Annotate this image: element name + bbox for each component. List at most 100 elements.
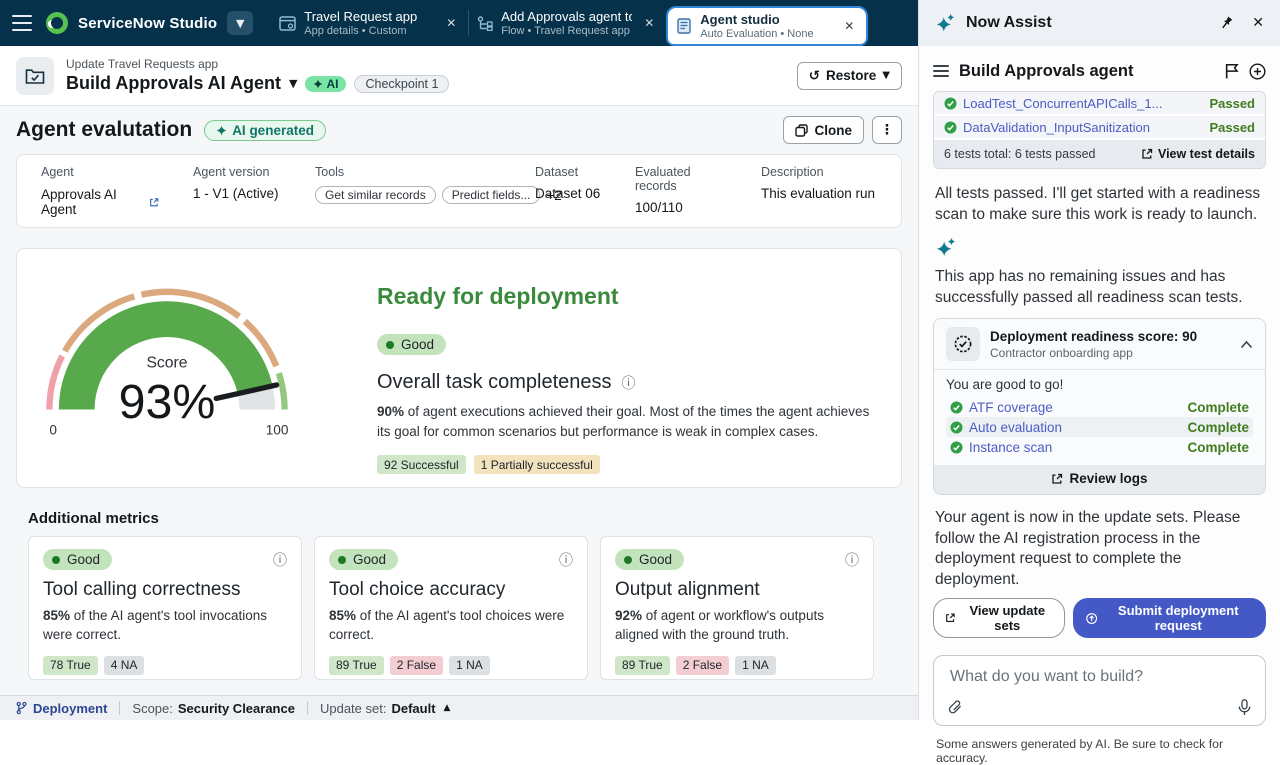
- submit-circle-icon: [1086, 612, 1097, 625]
- page-header: Update Travel Requests app Build Approva…: [0, 46, 918, 106]
- sparkle-icon: [935, 237, 957, 259]
- tab-title: Travel Request app: [304, 9, 434, 24]
- test-name-link[interactable]: LoadTest_ConcurrentAPICalls_1...: [963, 96, 1203, 111]
- view-test-details-link[interactable]: View test details: [1141, 147, 1255, 161]
- update-set-selector[interactable]: Update set: Default ▲: [320, 701, 450, 716]
- close-tab-icon[interactable]: ✕: [840, 17, 858, 35]
- submit-deployment-request-button[interactable]: Submit deployment request: [1073, 598, 1266, 638]
- servicenow-logo: [46, 12, 68, 34]
- readiness-item-link[interactable]: Instance scan: [969, 440, 1181, 455]
- main-area: Update Travel Requests app Build Approva…: [0, 46, 918, 720]
- sparkle-icon: [313, 79, 323, 89]
- metric-description: 90% of agent executions achieved their g…: [377, 402, 873, 441]
- true-count-tag: 78 True: [43, 656, 98, 675]
- review-logs-link[interactable]: Review logs: [1051, 471, 1147, 486]
- evaluation-summary-card: Agent Approvals AI Agent Agent version 1…: [16, 154, 902, 228]
- version-label: Agent version: [193, 165, 281, 179]
- metric-title: Output alignment: [615, 579, 859, 601]
- info-icon[interactable]: ⓘ: [559, 550, 573, 570]
- undo-icon: ↺: [809, 68, 820, 84]
- tab-title: Add Approvals agent to Trav: [501, 9, 632, 24]
- readiness-item-link[interactable]: Auto evaluation: [969, 420, 1181, 435]
- false-count-tag: 2 False: [390, 656, 443, 675]
- info-icon[interactable]: ⓘ: [622, 373, 636, 393]
- gauge-max: 100: [266, 423, 289, 438]
- close-tab-icon[interactable]: ✕: [640, 14, 658, 32]
- app-record-icon: [16, 57, 54, 95]
- tab-subtitle: Auto Evaluation • None: [700, 28, 832, 40]
- test-status: Passed: [1209, 120, 1255, 135]
- main-menu-icon[interactable]: [12, 15, 32, 31]
- flag-icon[interactable]: [1225, 63, 1239, 79]
- panel-title: Now Assist: [966, 14, 1052, 32]
- tool-pill: Get similar records: [315, 186, 436, 204]
- microphone-icon[interactable]: [1238, 699, 1251, 716]
- tool-pill: Predict fields...: [442, 186, 541, 204]
- app-window-icon: [279, 16, 296, 31]
- check-circle-icon: [950, 441, 963, 454]
- readiness-item-link[interactable]: ATF coverage: [969, 400, 1181, 415]
- external-link-icon: [1051, 473, 1063, 485]
- evaluation-result-card: Score 93% 0 100 Ready for deployment Goo…: [16, 248, 902, 488]
- readiness-app-subtitle: Contractor onboarding app: [990, 346, 1230, 360]
- clone-button[interactable]: Clone: [783, 116, 864, 144]
- ai-badge: AI: [305, 76, 346, 92]
- readiness-seal-icon: [946, 327, 980, 361]
- score-gauge: Score 93% 0 100: [41, 261, 341, 475]
- close-tab-icon[interactable]: ✕: [442, 14, 460, 32]
- records-label: Evaluated records: [635, 165, 727, 193]
- additional-metrics-title: Additional metrics: [28, 510, 890, 527]
- metric-card-output-alignment: Good ⓘ Output alignment 92% of agent or …: [600, 536, 874, 680]
- new-conversation-icon[interactable]: [1249, 63, 1266, 80]
- agent-link[interactable]: Approvals AI Agent: [41, 187, 159, 217]
- collapse-chevron-icon[interactable]: [1240, 340, 1253, 349]
- ai-generated-pill: AI generated: [204, 120, 326, 141]
- status-badge-good: Good: [377, 334, 446, 355]
- status-dot: [52, 556, 60, 564]
- branch-icon: [16, 701, 27, 715]
- conversation-menu-icon[interactable]: [933, 65, 949, 77]
- check-circle-icon: [944, 97, 957, 110]
- view-update-sets-button[interactable]: View update sets: [933, 598, 1065, 638]
- composer-input[interactable]: [948, 667, 1251, 687]
- deployment-link[interactable]: Deployment: [16, 701, 107, 716]
- readiness-row: Auto evaluation Complete: [946, 417, 1253, 437]
- status-badge-good: Good: [43, 549, 112, 570]
- assistant-sparkle-divider: [935, 237, 1266, 259]
- status-dot: [624, 556, 632, 564]
- tab-agent-studio-active[interactable]: Agent studio Auto Evaluation • None ✕: [666, 6, 868, 46]
- readiness-row: Instance scan Complete: [946, 437, 1253, 457]
- description-label: Description: [761, 165, 877, 179]
- version-value: 1 - V1 (Active): [193, 186, 281, 201]
- test-name-link[interactable]: DataValidation_InputSanitization: [963, 120, 1203, 135]
- pin-panel-icon[interactable]: [1219, 15, 1234, 31]
- info-icon[interactable]: ⓘ: [273, 550, 287, 570]
- attachment-icon[interactable]: [948, 699, 963, 716]
- readiness-row: ATF coverage Complete: [946, 397, 1253, 417]
- tab-title: Agent studio: [700, 12, 832, 27]
- workspace-switcher-chevron[interactable]: ▼: [227, 11, 253, 35]
- more-actions-button[interactable]: ⋮: [872, 116, 902, 144]
- na-count-tag: 1 NA: [735, 656, 776, 675]
- restore-button[interactable]: ↺ Restore ▼: [797, 62, 902, 90]
- divider: [307, 701, 308, 715]
- external-link-icon: [1141, 148, 1153, 160]
- tab-add-approvals-flow[interactable]: Add Approvals agent to Trav Flow • Trave…: [469, 0, 666, 46]
- close-panel-icon[interactable]: ✕: [1252, 15, 1264, 31]
- metric-title: Overall task completeness: [377, 371, 612, 394]
- deployment-readiness-card: Deployment readiness score: 90 Contracto…: [933, 318, 1266, 495]
- tab-travel-request-app[interactable]: Travel Request app App details • Custom …: [271, 0, 468, 46]
- readiness-score-title: Deployment readiness score: 90: [990, 329, 1230, 344]
- now-assist-panel: Now Assist ✕ Build Approvals agent LoadT…: [918, 0, 1280, 720]
- true-count-tag: 89 True: [329, 656, 384, 675]
- title-dropdown-chevron[interactable]: ▼: [289, 77, 297, 90]
- info-icon[interactable]: ⓘ: [845, 550, 859, 570]
- now-assist-sparkle-icon: [935, 13, 956, 34]
- test-row: DataValidation_InputSanitization Passed: [934, 116, 1265, 140]
- dataset-value: Dataset 06: [535, 186, 601, 201]
- sparkle-icon: [216, 125, 227, 136]
- agent-label: Agent: [41, 165, 159, 179]
- true-count-tag: 89 True: [615, 656, 670, 675]
- description-value: This evaluation run assesses the agent's…: [761, 186, 877, 201]
- agent-studio-icon: [676, 18, 692, 34]
